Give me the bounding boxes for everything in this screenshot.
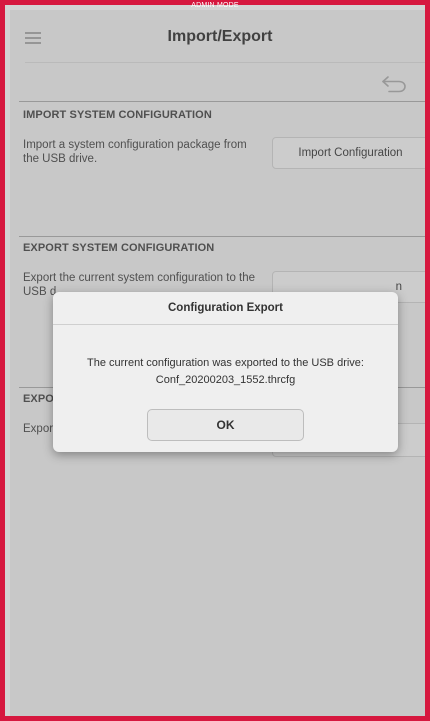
app-frame: Import/Export IMPORT SYSTEM CONFIGURATIO… [0,0,430,721]
configuration-export-dialog: Configuration Export The current configu… [53,292,398,452]
dialog-title: Configuration Export [53,292,398,325]
dialog-filename: Conf_20200203_1552.thrcfg [155,374,296,386]
dialog-message: The current configuration was exported t… [53,355,398,389]
ok-button[interactable]: OK [147,409,304,441]
dialog-message-text: The current configuration was exported t… [87,357,364,369]
admin-mode-label: ADMIN MODE [191,2,239,9]
